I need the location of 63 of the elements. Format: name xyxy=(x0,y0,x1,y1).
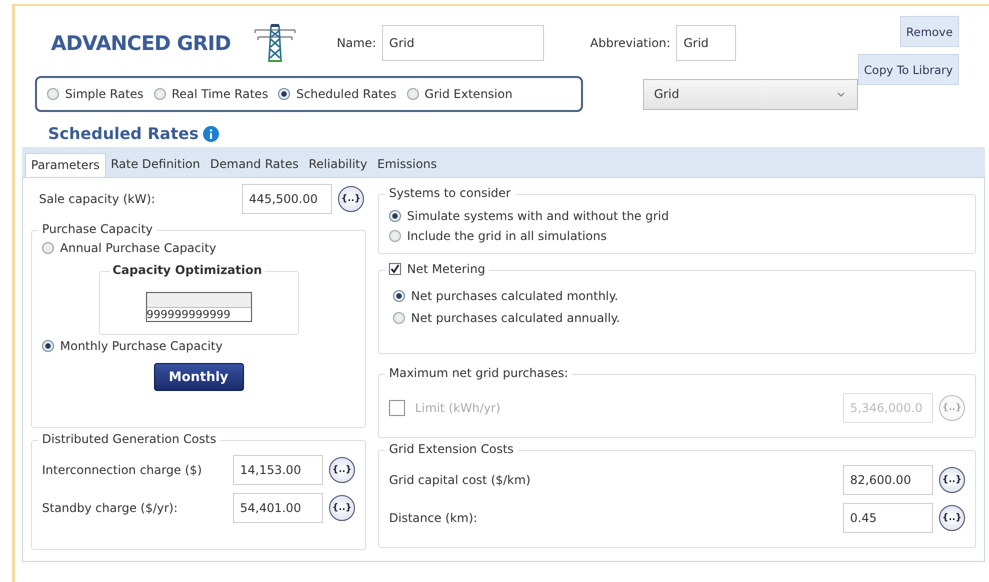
radio-indicator[interactable] xyxy=(42,242,54,254)
tab[interactable]: Demand Rates xyxy=(205,153,304,177)
info-icon[interactable] xyxy=(202,126,219,142)
rate-type-radio[interactable]: Simple Rates xyxy=(47,87,144,101)
monthly-button[interactable]: Monthly xyxy=(154,363,244,391)
sensitivity-button[interactable]: {..} xyxy=(338,186,364,212)
capacity-grid[interactable]: 999999999999 xyxy=(146,292,252,322)
group-title: Purchase Capacity xyxy=(38,222,157,236)
radio-indicator[interactable] xyxy=(42,340,54,352)
radio-indicator[interactable] xyxy=(154,88,166,100)
cost-field[interactable]: 0.45 xyxy=(843,503,933,533)
sensitivity-button[interactable]: {..} xyxy=(939,505,965,531)
systems-radio[interactable]: Include the grid in all simulations xyxy=(389,229,965,243)
group-title: Maximum net grid purchases: xyxy=(385,366,572,380)
radio-indicator[interactable] xyxy=(393,290,405,302)
field-label: Sale capacity (kW): xyxy=(39,192,156,206)
purchase-capacity-radio[interactable]: Monthly Purchase Capacity xyxy=(42,339,355,353)
radio-indicator[interactable] xyxy=(278,88,290,100)
net-purchase-radio[interactable]: Net purchases calculated annually. xyxy=(393,311,965,325)
tab[interactable]: Reliability xyxy=(304,153,372,177)
radio-indicator[interactable] xyxy=(389,230,401,242)
chevron-down-icon xyxy=(837,92,845,96)
systems-radio[interactable]: Simulate systems with and without the grid xyxy=(389,209,965,223)
net-purchase-radio[interactable]: Net purchases calculated monthly. xyxy=(393,289,965,303)
group-title: Systems to consider xyxy=(385,186,515,200)
group-title: Distributed Generation Costs xyxy=(38,432,220,446)
sensitivity-button[interactable]: {..} xyxy=(329,495,355,521)
capacity-cell[interactable]: 999999999999 xyxy=(146,307,250,321)
abbreviation-field[interactable]: Grid xyxy=(676,25,736,61)
library-dropdown[interactable]: Grid xyxy=(643,78,858,110)
name-field[interactable]: Grid xyxy=(382,25,544,61)
tab[interactable]: Rate Definition xyxy=(106,153,206,177)
cost-field[interactable]: 14,153.00 xyxy=(233,455,323,485)
group-title: Grid Extension Costs xyxy=(385,442,518,456)
field-label: Standby charge ($/yr): xyxy=(42,501,179,515)
power-tower-icon xyxy=(252,23,297,63)
capacity-optimization-title: Capacity Optimization xyxy=(110,263,266,277)
tab[interactable]: Emissions xyxy=(372,153,442,177)
purchase-capacity-radio[interactable]: Annual Purchase Capacity xyxy=(42,241,355,255)
checkmark-icon xyxy=(390,264,400,274)
module-title: ADVANCED GRID xyxy=(51,31,231,55)
cost-field[interactable]: 82,600.00 xyxy=(843,465,933,495)
radio-indicator[interactable] xyxy=(393,312,405,324)
sensitivity-button[interactable]: {..} xyxy=(329,457,355,483)
sale-capacity-field[interactable]: 445,500.00 xyxy=(242,184,332,214)
radio-indicator[interactable] xyxy=(47,88,59,100)
copy-to-library-button[interactable]: Copy To Library xyxy=(858,54,959,85)
radio-indicator[interactable] xyxy=(406,88,419,100)
field-label: Distance (km): xyxy=(389,511,478,525)
section-title: Scheduled Rates xyxy=(48,124,199,143)
radio-indicator[interactable] xyxy=(389,210,401,222)
rate-type-radio[interactable]: Grid Extension xyxy=(406,87,512,101)
tab[interactable]: Parameters xyxy=(25,153,106,177)
cost-field[interactable]: 54,401.00 xyxy=(233,493,323,523)
field-label: Grid capital cost ($/km) xyxy=(389,473,532,487)
net-metering-checkbox[interactable]: Net Metering xyxy=(385,262,490,276)
sensitivity-button[interactable]: {..} xyxy=(939,467,965,493)
rate-type-radio[interactable]: Real Time Rates xyxy=(154,87,268,101)
rate-type-radio[interactable]: Scheduled Rates xyxy=(278,87,397,101)
field-label: Interconnection charge ($) xyxy=(42,463,203,477)
abbreviation-label: Abbreviation: xyxy=(590,36,670,50)
remove-button[interactable]: Remove xyxy=(900,16,959,47)
name-label: Name: xyxy=(336,36,376,50)
